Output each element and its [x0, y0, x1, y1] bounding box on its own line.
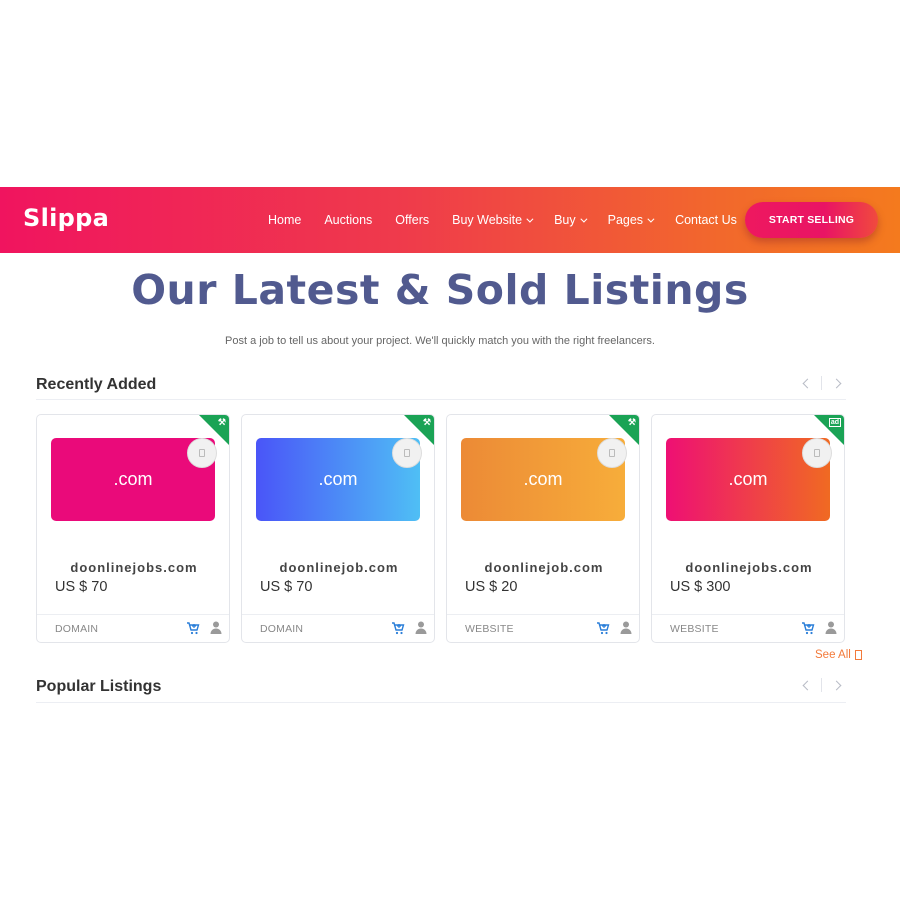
card-footer: DOMAIN: [242, 614, 434, 642]
nav-item-buy[interactable]: Buy: [554, 213, 588, 227]
tld-label: .com: [113, 469, 153, 489]
chevron-right-icon: [831, 378, 841, 388]
start-selling-button[interactable]: START SELLING: [745, 202, 878, 238]
auction-icon: ⚒: [422, 417, 431, 427]
page: Slippa Home Auctions Offers Buy Website …: [0, 0, 900, 900]
listing-thumbnail[interactable]: .com: [461, 438, 627, 521]
chevron-down-icon: [647, 215, 655, 223]
favorite-button[interactable]: [392, 438, 422, 468]
listing-type: DOMAIN: [260, 623, 304, 635]
listing-thumbnail[interactable]: .com: [256, 438, 422, 521]
listing-type: WEBSITE: [670, 623, 719, 635]
listing-type: DOMAIN: [55, 623, 99, 635]
bookmark-icon: [199, 449, 205, 457]
see-all-label: See All: [815, 649, 851, 661]
carousel-controls: [797, 675, 846, 695]
top-navbar: Slippa Home Auctions Offers Buy Website …: [0, 187, 900, 253]
popular-listings-header: Popular Listings: [36, 678, 846, 703]
nav-item-contact-us[interactable]: Contact Us: [675, 213, 737, 227]
section-title: Recently Added: [36, 376, 157, 393]
user-icon[interactable]: [825, 621, 837, 634]
bookmark-icon: [814, 449, 820, 457]
chevron-down-icon: [579, 215, 588, 223]
tld-label: .com: [523, 469, 563, 489]
carousel-prev-button[interactable]: [797, 373, 817, 393]
add-to-cart-icon[interactable]: [596, 621, 610, 635]
page-title: Our Latest & Sold Listings: [131, 266, 749, 314]
chevron-left-icon: [802, 378, 812, 388]
listing-price: US $ 70: [55, 579, 108, 595]
user-icon[interactable]: [415, 621, 427, 634]
listing-card[interactable]: ad .com doonlinejobs.com US $ 300 WEBSIT…: [651, 414, 845, 643]
recently-added-header: Recently Added: [36, 376, 846, 400]
brand-logo[interactable]: Slippa: [23, 204, 109, 232]
tld-label: .com: [318, 469, 358, 489]
card-footer: DOMAIN: [37, 614, 229, 642]
card-footer: WEBSITE: [652, 614, 844, 642]
chevron-right-icon: [831, 680, 841, 690]
nav-item-label: Auctions: [324, 213, 373, 227]
listing-price: US $ 300: [670, 579, 731, 595]
listing-type: WEBSITE: [465, 623, 514, 635]
favorite-button[interactable]: [597, 438, 627, 468]
listing-price: US $ 70: [260, 579, 313, 595]
listing-name[interactable]: doonlinejobs.com: [652, 560, 844, 575]
listing-card[interactable]: ⚒ .com doonlinejobs.com US $ 70 DOMAIN: [36, 414, 230, 643]
nav-item-label: Buy: [554, 213, 576, 227]
auction-icon: ⚒: [217, 417, 226, 427]
nav-item-home[interactable]: Home: [268, 213, 301, 227]
nav-item-buy-website[interactable]: Buy Website: [452, 213, 534, 227]
favorite-button[interactable]: [802, 438, 832, 468]
favorite-button[interactable]: [187, 438, 217, 468]
external-link-icon: [854, 650, 862, 660]
carousel-prev-button[interactable]: [797, 675, 817, 695]
listing-card[interactable]: ⚒ .com doonlinejob.com US $ 20 WEBSITE: [446, 414, 640, 643]
nav-item-pages[interactable]: Pages: [607, 213, 655, 227]
card-footer: WEBSITE: [447, 614, 639, 642]
add-to-cart-icon[interactable]: [186, 621, 200, 635]
listing-name[interactable]: doonlinejobs.com: [37, 560, 229, 575]
divider: [821, 678, 822, 692]
bookmark-icon: [404, 449, 410, 457]
section-title: Popular Listings: [36, 678, 162, 695]
tld-label: .com: [728, 469, 768, 489]
chevron-down-icon: [526, 215, 534, 223]
auction-icon: ⚒: [627, 417, 636, 427]
nav-item-label: Buy Website: [452, 213, 523, 227]
nav-item-label: Offers: [395, 213, 430, 227]
listing-name[interactable]: doonlinejob.com: [447, 560, 639, 575]
nav-item-label: Home: [268, 213, 302, 227]
carousel-controls: [797, 373, 846, 393]
user-icon[interactable]: [620, 621, 632, 634]
listing-price: US $ 20: [465, 579, 518, 595]
add-to-cart-icon[interactable]: [801, 621, 815, 635]
carousel-next-button[interactable]: [826, 675, 846, 695]
nav-item-offers[interactable]: Offers: [395, 213, 429, 227]
add-to-cart-icon[interactable]: [391, 621, 405, 635]
see-all-link[interactable]: See All: [815, 649, 862, 661]
chevron-left-icon: [802, 680, 812, 690]
listing-card[interactable]: ⚒ .com doonlinejob.com US $ 70 DOMAIN: [241, 414, 435, 643]
nav-item-label: Pages: [607, 213, 644, 227]
listing-name[interactable]: doonlinejob.com: [242, 560, 434, 575]
ad-icon: ad: [828, 418, 841, 427]
bookmark-icon: [609, 449, 615, 457]
nav-item-auctions[interactable]: Auctions: [324, 213, 372, 227]
nav-item-label: Contact Us: [675, 213, 737, 227]
divider: [821, 376, 822, 390]
user-icon[interactable]: [210, 621, 222, 634]
listing-thumbnail[interactable]: .com: [666, 438, 832, 521]
carousel-next-button[interactable]: [826, 373, 846, 393]
main-nav: Home Auctions Offers Buy Website Buy Pag…: [268, 187, 760, 253]
page-subtitle: Post a job to tell us about your project…: [225, 335, 655, 347]
listing-thumbnail[interactable]: .com: [51, 438, 217, 521]
